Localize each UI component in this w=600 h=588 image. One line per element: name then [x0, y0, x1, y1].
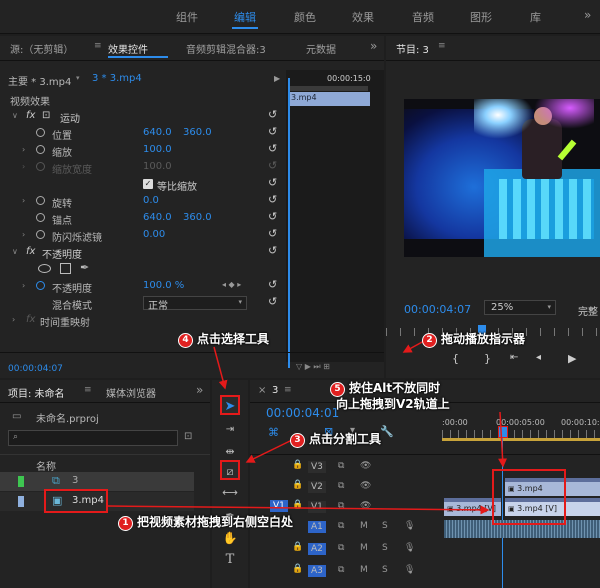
annotation-step-4: 4 点击选择工具	[178, 330, 269, 348]
annotation-step-5-line2: 向上拖拽到V2轨道上	[336, 397, 450, 411]
annotation-step-1: 1 把视频素材拖拽到右侧空白处	[118, 513, 293, 531]
annotation-step-3: 3 点击分割工具	[290, 430, 381, 448]
annotation-arrows	[107, 340, 508, 515]
annotation-step-2: 2 拖动播放指示器	[422, 330, 525, 348]
